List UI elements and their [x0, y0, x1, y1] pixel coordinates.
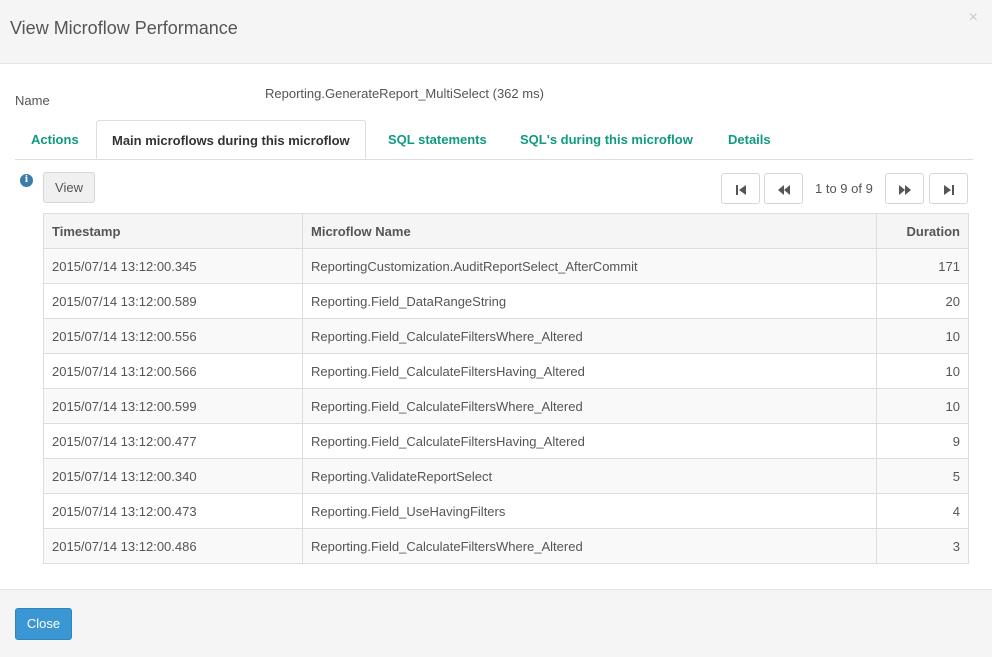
table-row[interactable]: 2015/07/14 13:12:00.477 Reporting.Field_…	[43, 423, 969, 459]
microflow-name-cell: Reporting.Field_CalculateFiltersHaving_A…	[302, 423, 877, 459]
table-row[interactable]: 2015/07/14 13:12:00.599 Reporting.Field_…	[43, 388, 969, 424]
duration-cell: 5	[876, 458, 969, 494]
dialog-footer	[0, 589, 992, 657]
table-row[interactable]: 2015/07/14 13:12:00.566 Reporting.Field_…	[43, 353, 969, 389]
duration-cell: 10	[876, 388, 969, 424]
timestamp-cell: 2015/07/14 13:12:00.566	[43, 353, 303, 389]
table-row[interactable]: 2015/07/14 13:12:00.589 Reporting.Field_…	[43, 283, 969, 319]
table-row[interactable]: 2015/07/14 13:12:00.473 Reporting.Field_…	[43, 493, 969, 529]
microflow-name-cell: Reporting.Field_CalculateFiltersHaving_A…	[302, 353, 877, 389]
timestamp-cell: 2015/07/14 13:12:00.556	[43, 318, 303, 354]
first-page-button[interactable]	[721, 173, 760, 204]
timestamp-cell: 2015/07/14 13:12:00.589	[43, 283, 303, 319]
close-icon[interactable]: ×	[969, 9, 978, 27]
tab-sqls-during-microflow[interactable]: SQL's during this microflow	[520, 120, 693, 159]
tab-sql-statements[interactable]: SQL statements	[388, 120, 487, 159]
column-header-microflow-name[interactable]: Microflow Name	[302, 213, 877, 249]
duration-cell: 171	[876, 248, 969, 284]
timestamp-cell: 2015/07/14 13:12:00.599	[43, 388, 303, 424]
name-value: Reporting.GenerateReport_MultiSelect (36…	[265, 86, 544, 101]
microflow-table: Timestamp Microflow Name Duration 2015/0…	[43, 213, 969, 564]
duration-cell: 20	[876, 283, 969, 319]
microflow-name-cell: ReportingCustomization.AuditReportSelect…	[302, 248, 877, 284]
info-icon[interactable]: i	[20, 174, 33, 187]
tab-main-microflows[interactable]: Main microflows during this microflow	[96, 120, 366, 159]
microflow-name-cell: Reporting.Field_UseHavingFilters	[302, 493, 877, 529]
duration-cell: 10	[876, 318, 969, 354]
next-page-icon	[898, 184, 911, 195]
next-page-button[interactable]	[885, 173, 924, 204]
microflow-name-cell: Reporting.Field_CalculateFiltersWhere_Al…	[302, 528, 877, 564]
microflow-name-cell: Reporting.ValidateReportSelect	[302, 458, 877, 494]
table-row[interactable]: 2015/07/14 13:12:00.486 Reporting.Field_…	[43, 528, 969, 564]
name-label: Name	[15, 93, 50, 108]
dialog-title: View Microflow Performance	[10, 18, 238, 38]
tab-actions[interactable]: Actions	[31, 120, 79, 159]
previous-page-button[interactable]	[764, 173, 803, 204]
duration-cell: 10	[876, 353, 969, 389]
table-row[interactable]: 2015/07/14 13:12:00.340 Reporting.Valida…	[43, 458, 969, 494]
timestamp-cell: 2015/07/14 13:12:00.345	[43, 248, 303, 284]
close-button[interactable]: Close	[15, 608, 72, 640]
table-header-row: Timestamp Microflow Name Duration	[43, 213, 969, 249]
column-header-duration[interactable]: Duration	[876, 213, 969, 249]
microflow-name-cell: Reporting.Field_DataRangeString	[302, 283, 877, 319]
view-button[interactable]: View	[43, 172, 95, 203]
duration-cell: 3	[876, 528, 969, 564]
last-page-icon	[943, 184, 954, 195]
dialog-header: View Microflow Performance ×	[0, 0, 992, 64]
tab-details[interactable]: Details	[728, 120, 771, 159]
duration-cell: 9	[876, 423, 969, 459]
timestamp-cell: 2015/07/14 13:12:00.340	[43, 458, 303, 494]
timestamp-cell: 2015/07/14 13:12:00.486	[43, 528, 303, 564]
table-row[interactable]: 2015/07/14 13:12:00.345 ReportingCustomi…	[43, 248, 969, 284]
timestamp-cell: 2015/07/14 13:12:00.477	[43, 423, 303, 459]
table-row[interactable]: 2015/07/14 13:12:00.556 Reporting.Field_…	[43, 318, 969, 354]
pager-status: 1 to 9 of 9	[815, 181, 873, 196]
last-page-button[interactable]	[929, 173, 968, 204]
tab-bar: Actions Main microflows during this micr…	[15, 120, 973, 160]
microflow-name-cell: Reporting.Field_CalculateFiltersWhere_Al…	[302, 388, 877, 424]
column-header-timestamp[interactable]: Timestamp	[43, 213, 303, 249]
previous-page-icon	[777, 184, 790, 195]
first-page-icon	[735, 184, 746, 195]
timestamp-cell: 2015/07/14 13:12:00.473	[43, 493, 303, 529]
microflow-name-cell: Reporting.Field_CalculateFiltersWhere_Al…	[302, 318, 877, 354]
duration-cell: 4	[876, 493, 969, 529]
